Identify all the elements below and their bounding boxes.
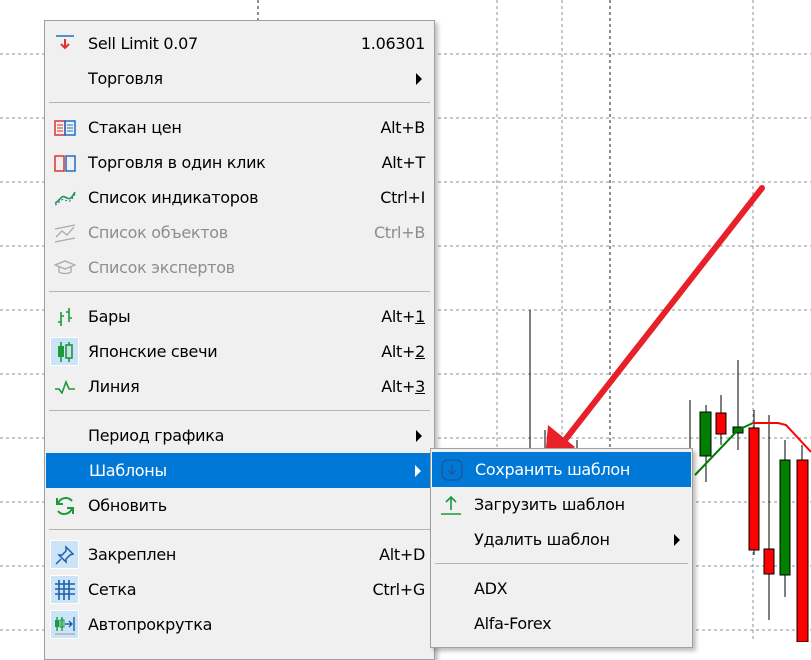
menu-item-experts-list: Список экспертов <box>45 250 434 285</box>
one-click-trading-icon <box>50 148 79 177</box>
pin-icon <box>50 540 79 569</box>
grid-icon <box>50 575 79 604</box>
menu-separator <box>435 563 688 564</box>
autoscroll-icon <box>50 610 79 639</box>
menu-item-autoscroll[interactable]: Автопрокрутка <box>45 607 434 642</box>
menu-item-load-template[interactable]: Загрузить шаблон <box>431 487 692 522</box>
menu-item-grid[interactable]: Сетка Ctrl+G <box>45 572 434 607</box>
menu-item-templates[interactable]: Шаблоны <box>46 453 433 488</box>
menu-separator <box>49 529 430 530</box>
menu-item-indicators-list[interactable]: Список индикаторов Ctrl+I <box>45 180 434 215</box>
candle <box>699 411 712 457</box>
refresh-icon <box>50 491 79 520</box>
annotation-arrow <box>544 185 765 470</box>
menu-item-template-adx[interactable]: ADX <box>431 571 692 606</box>
menu-item-bars[interactable]: Бары Alt+1 <box>45 299 434 334</box>
indicators-list-icon <box>50 183 79 212</box>
menu-item-line[interactable]: Линия Alt+3 <box>45 369 434 404</box>
load-template-icon <box>436 490 465 519</box>
candle <box>796 459 809 642</box>
submenu-arrow-icon <box>416 72 422 85</box>
menu-item-depth-of-market[interactable]: Стакан цен Alt+B <box>45 110 434 145</box>
candle <box>779 459 791 576</box>
candlesticks-icon <box>50 337 79 366</box>
menu-item-one-click-trading[interactable]: Торговля в один клик Alt+T <box>45 145 434 180</box>
sell-limit-icon <box>50 29 79 58</box>
templates-submenu: Сохранить шаблон Загрузить шаблон Удалит… <box>430 448 693 648</box>
depth-of-market-icon <box>50 113 79 142</box>
bars-icon <box>50 302 79 331</box>
menu-item-delete-template[interactable]: Удалить шаблон <box>431 522 692 557</box>
menu-item-save-template[interactable]: Сохранить шаблон <box>432 452 691 487</box>
menu-separator <box>49 410 430 411</box>
objects-list-icon <box>50 218 79 247</box>
menu-item-objects-list: Список объектов Ctrl+B <box>45 215 434 250</box>
experts-list-icon <box>50 253 79 282</box>
line-chart-icon <box>50 372 79 401</box>
menu-item-candlesticks[interactable]: Японские свечи Alt+2 <box>45 334 434 369</box>
candle <box>748 427 760 551</box>
menu-item-trading[interactable]: Торговля <box>45 61 434 96</box>
submenu-arrow-icon <box>674 533 680 546</box>
menu-separator <box>49 291 430 292</box>
menu-item-chart-period[interactable]: Период графика <box>45 418 434 453</box>
menu-item-refresh[interactable]: Обновить <box>45 488 434 523</box>
chart-context-menu: Sell Limit 0.07 1.06301 Торговля Стакан ц… <box>44 20 435 660</box>
menu-item-sell-limit[interactable]: Sell Limit 0.07 1.06301 <box>45 26 434 61</box>
submenu-arrow-icon <box>416 429 422 442</box>
menu-item-template-alfa-forex[interactable]: Alfa-Forex <box>431 606 692 641</box>
menu-separator <box>49 102 430 103</box>
save-template-icon <box>437 455 466 484</box>
menu-item-pinned[interactable]: Закреплен Alt+D <box>45 537 434 572</box>
candle <box>715 412 727 435</box>
candle <box>763 548 775 575</box>
submenu-arrow-icon <box>415 464 421 477</box>
